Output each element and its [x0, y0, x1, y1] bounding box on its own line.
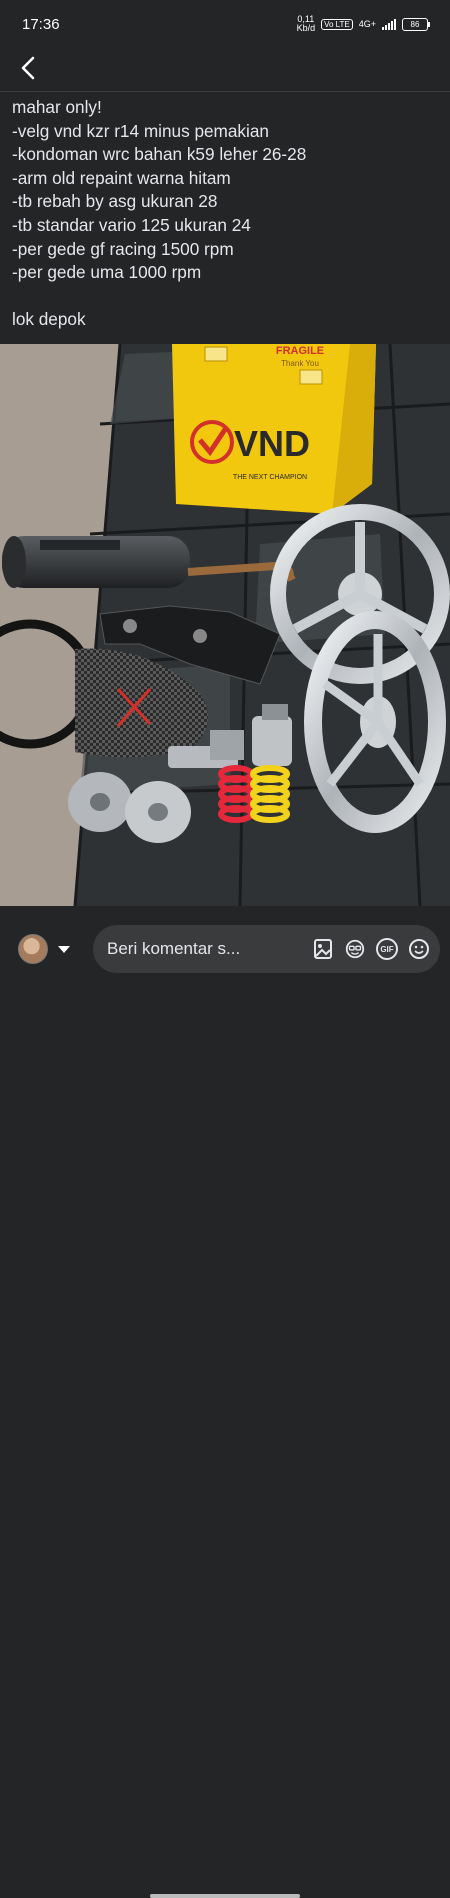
status-time: 17:36 [22, 15, 60, 33]
box-brand: VND [234, 423, 310, 464]
emoji-icon[interactable] [408, 938, 430, 960]
battery-level: 86 [410, 19, 420, 29]
volte-icon: Vo LTE [321, 18, 353, 30]
caption-line: -velg vnd kzr r14 minus pemakian [12, 120, 269, 141]
caption-line: -arm old repaint warna hitam [12, 167, 231, 188]
caption-line: -per gede gf racing 1500 rpm [12, 238, 234, 259]
comment-as-selector[interactable] [18, 934, 70, 964]
network-speed: 0,11 Kb/d [296, 14, 316, 33]
comment-placeholder: Beri komentar s... [107, 939, 241, 958]
comment-bar: Beri komentar s... GIF [0, 906, 450, 1898]
top-bar [0, 48, 450, 88]
back-button[interactable] [10, 50, 46, 86]
caret-down-icon [58, 945, 70, 953]
network-type: 4G+ [358, 19, 376, 29]
caption-line: -tb standar vario 125 ukuran 24 [12, 214, 251, 235]
caption-line: -per gede uma 1000 rpm [12, 262, 202, 283]
box-label-sub: Thank You [281, 359, 319, 368]
battery-icon: 86 [402, 17, 430, 31]
caption-line: -kondoman wrc bahan k59 leher 26-28 [12, 144, 307, 165]
status-icons: 0,11 Kb/d Vo LTE 4G+ 86 [296, 14, 430, 33]
box-tagline: THE NEXT CHAMPION [233, 474, 307, 481]
avatar-sticker-icon[interactable] [344, 938, 366, 960]
post-caption: mahar only! -velg vnd kzr r14 minus pema… [12, 96, 442, 332]
post-photo[interactable]: FRAGILE Thank You VND THE NEXT CHAMPION [0, 344, 450, 906]
signal-icon [382, 18, 396, 30]
caption-line [12, 285, 442, 309]
box-label-top: FRAGILE [276, 345, 324, 357]
photo-icon[interactable] [312, 938, 334, 960]
caption-line: lok depok [12, 309, 86, 330]
gif-icon[interactable]: GIF [376, 938, 398, 960]
chevron-left-icon [21, 56, 35, 80]
comment-input[interactable]: Beri komentar s... GIF [93, 925, 440, 973]
caption-line: mahar only! [12, 97, 102, 117]
home-indicator[interactable] [150, 1894, 300, 1898]
header-divider [0, 91, 450, 92]
comment-tools: GIF [312, 938, 430, 960]
caption-line: -tb rebah by asg ukuran 28 [12, 191, 218, 212]
photo-illustration: FRAGILE Thank You VND THE NEXT CHAMPION [0, 344, 450, 906]
avatar [18, 934, 48, 964]
vnd-box: FRAGILE Thank You VND THE NEXT CHAMPION [172, 344, 376, 514]
status-bar: 17:36 0,11 Kb/d Vo LTE 4G+ 86 [0, 0, 450, 48]
